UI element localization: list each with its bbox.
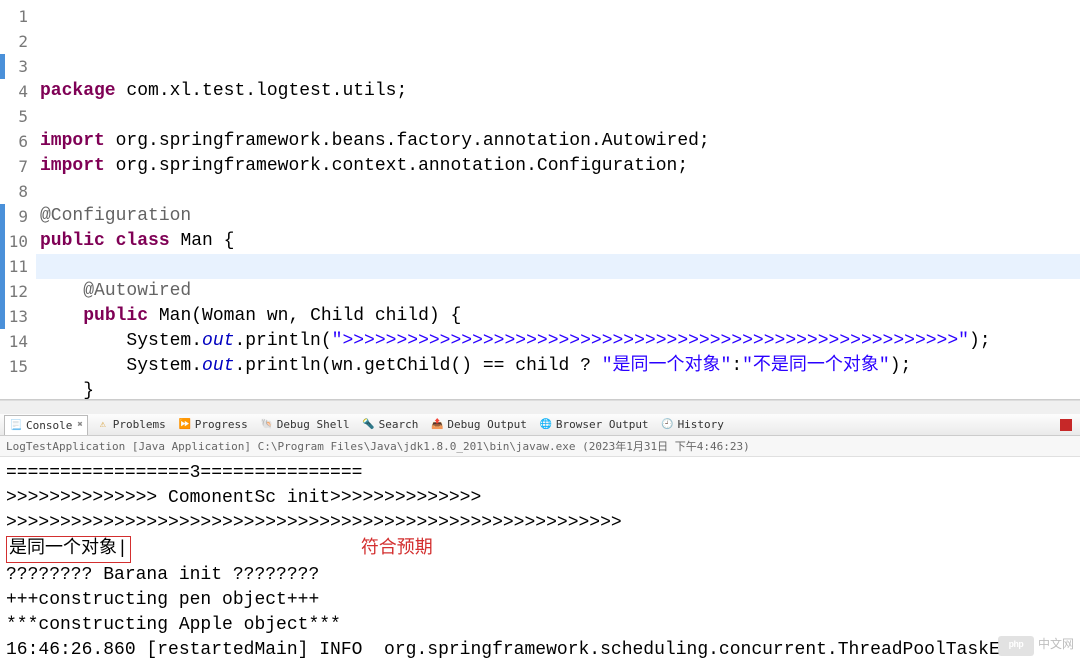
annotation-text: 符合预期 <box>361 539 433 559</box>
gutter-markers <box>0 0 5 399</box>
tab-history[interactable]: 🕘History <box>657 415 728 435</box>
console-line: >>>>>>>>>>>>>>>>>>>>>>>>>>>>>>>>>>>>>>>>… <box>6 511 1074 536</box>
tab-progress[interactable]: ⏩Progress <box>174 415 252 435</box>
import-marker <box>0 54 5 79</box>
console-line: >>>>>>>>>>>>>> ComonentSc init>>>>>>>>>>… <box>6 486 1074 511</box>
console-icon: 📃 <box>9 418 23 432</box>
console-line: ???????? Barana init ???????? <box>6 563 1074 588</box>
code-line[interactable] <box>40 104 1080 129</box>
run-configuration-info: LogTestApplication [Java Application] C:… <box>0 436 1080 457</box>
line-number-gutter: 123456789101112131415 <box>0 0 36 399</box>
code-line[interactable]: import org.springframework.beans.factory… <box>40 129 1080 154</box>
code-line[interactable]: @Autowired <box>40 279 1080 304</box>
tab-label: Debug Output <box>447 418 526 431</box>
debug-output-icon: 📤 <box>430 418 444 432</box>
watermark-text: 中文网 <box>1038 633 1074 658</box>
horizontal-scrollbar[interactable] <box>0 400 1080 414</box>
code-line[interactable]: System.out.println(wn.getChild() == chil… <box>40 354 1080 379</box>
method-marker <box>0 204 5 329</box>
tab-label: Debug Shell <box>277 418 350 431</box>
code-line[interactable]: public class Man { <box>40 229 1080 254</box>
browser-output-icon: 🌐 <box>539 418 553 432</box>
search-icon: 🔦 <box>362 418 376 432</box>
tab-problems[interactable]: ⚠Problems <box>92 415 170 435</box>
code-line[interactable]: package com.xl.test.logtest.utils; <box>40 79 1080 104</box>
bottom-panel-tabs: 📃Console✖⚠Problems⏩Progress🐚Debug Shell🔦… <box>0 414 1080 436</box>
console-line: 16:46:26.860 [restartedMain] INFO org.sp… <box>6 638 1074 662</box>
progress-icon: ⏩ <box>178 418 192 432</box>
code-line[interactable]: } <box>40 379 1080 399</box>
console-line: ***constructing Apple object*** <box>6 613 1074 638</box>
code-line[interactable] <box>40 254 1080 279</box>
tab-label: Search <box>379 418 419 431</box>
watermark: php 中文网 <box>998 633 1074 658</box>
tab-label: Progress <box>195 418 248 431</box>
tab-debug-output[interactable]: 📤Debug Output <box>426 415 530 435</box>
console-line: 是同一个对象| 符合预期 <box>6 536 1074 563</box>
history-icon: 🕘 <box>661 418 675 432</box>
code-line[interactable]: System.out.println(">>>>>>>>>>>>>>>>>>>>… <box>40 329 1080 354</box>
console-line: =================3=============== <box>6 461 1074 486</box>
code-line[interactable]: public Man(Woman wn, Child child) { <box>40 304 1080 329</box>
terminate-button[interactable] <box>1060 419 1072 431</box>
close-tab-icon[interactable]: ✖ <box>77 420 82 430</box>
code-line[interactable]: @Configuration <box>40 204 1080 229</box>
tab-search[interactable]: 🔦Search <box>358 415 423 435</box>
code-editor-pane: 123456789101112131415 package com.xl.tes… <box>0 0 1080 400</box>
tab-label: Console <box>26 419 72 432</box>
tab-debug-shell[interactable]: 🐚Debug Shell <box>256 415 354 435</box>
tab-label: History <box>678 418 724 431</box>
problems-icon: ⚠ <box>96 418 110 432</box>
debug-shell-icon: 🐚 <box>260 418 274 432</box>
tab-label: Browser Output <box>556 418 649 431</box>
watermark-logo: php <box>998 636 1034 656</box>
console-line: +++constructing pen object+++ <box>6 588 1074 613</box>
code-line[interactable]: import org.springframework.context.annot… <box>40 154 1080 179</box>
tab-browser-output[interactable]: 🌐Browser Output <box>535 415 653 435</box>
tab-label: Problems <box>113 418 166 431</box>
tab-console[interactable]: 📃Console ✖ <box>4 415 88 435</box>
code-area[interactable]: package com.xl.test.logtest.utils; import… <box>36 0 1080 399</box>
code-line[interactable] <box>40 179 1080 204</box>
highlighted-output: 是同一个对象| <box>6 536 131 563</box>
console-output[interactable]: =================3===============>>>>>>>… <box>0 457 1080 662</box>
